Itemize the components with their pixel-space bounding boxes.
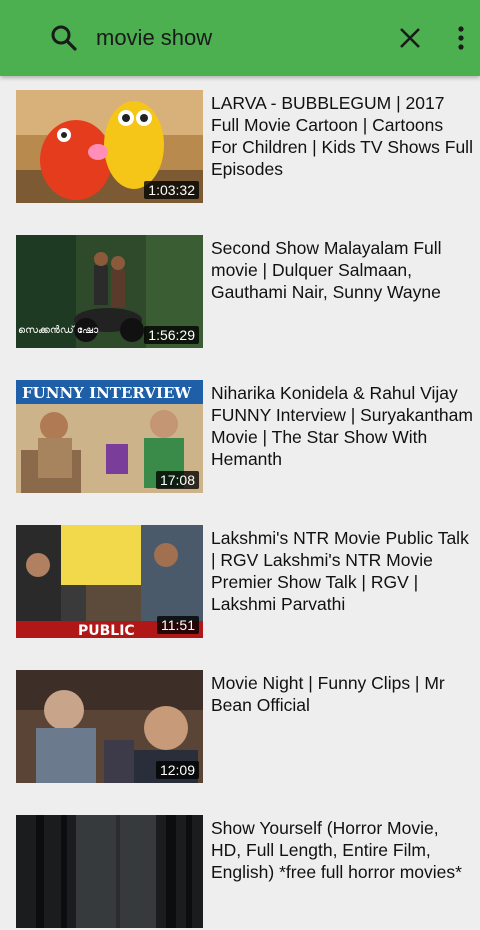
video-title[interactable]: LARVA - BUBBLEGUM | 2017 Full Movie Cart… bbox=[211, 92, 473, 180]
video-thumbnail[interactable] bbox=[16, 815, 203, 928]
video-thumbnail[interactable]: FUNNY INTERVIEW 17:08 bbox=[16, 380, 203, 493]
video-thumbnail[interactable]: PUBLIC 11:51 bbox=[16, 525, 203, 638]
video-thumbnail[interactable]: 1:03:32 bbox=[16, 90, 203, 203]
video-title[interactable]: Movie Night | Funny Clips | Mr Bean Offi… bbox=[211, 672, 473, 716]
video-title[interactable]: Niharika Konidela & Rahul Vijay FUNNY In… bbox=[211, 382, 473, 470]
list-item[interactable]: 1:03:32 LARVA - BUBBLEGUM | 2017 Full Mo… bbox=[0, 90, 480, 205]
thumbnail-caption: FUNNY INTERVIEW bbox=[22, 384, 192, 402]
close-icon[interactable] bbox=[398, 26, 422, 50]
duration-badge: 12:09 bbox=[155, 761, 199, 779]
thumbnail-caption: സെക്കൻഡ് ഷോ bbox=[18, 324, 99, 336]
duration-badge: 1:03:32 bbox=[144, 181, 199, 199]
search-toolbar: movie show bbox=[0, 0, 480, 76]
thumbnail-caption: PUBLIC bbox=[78, 623, 135, 638]
list-item[interactable]: PUBLIC 11:51 Lakshmi's NTR Movie Public … bbox=[0, 525, 480, 640]
list-item[interactable]: Show Yourself (Horror Movie, HD, Full Le… bbox=[0, 815, 480, 930]
duration-badge: 17:08 bbox=[155, 471, 199, 489]
thumbnail-image bbox=[16, 815, 203, 928]
duration-badge: 1:56:29 bbox=[144, 326, 199, 344]
search-input[interactable]: movie show bbox=[96, 22, 212, 54]
video-title[interactable]: Second Show Malayalam Full movie | Dulqu… bbox=[211, 237, 473, 303]
list-item[interactable]: 12:09 Movie Night | Funny Clips | Mr Bea… bbox=[0, 670, 480, 785]
video-title[interactable]: Lakshmi's NTR Movie Public Talk | RGV La… bbox=[211, 527, 473, 615]
video-thumbnail[interactable]: സെക്കൻഡ് ഷോ 1:56:29 bbox=[16, 235, 203, 348]
list-item[interactable]: FUNNY INTERVIEW 17:08 Niharika Konidela … bbox=[0, 380, 480, 495]
list-item[interactable]: സെക്കൻഡ് ഷോ 1:56:29 Second Show Malayala… bbox=[0, 235, 480, 350]
video-title[interactable]: Show Yourself (Horror Movie, HD, Full Le… bbox=[211, 817, 473, 883]
video-thumbnail[interactable]: 12:09 bbox=[16, 670, 203, 783]
duration-badge: 11:51 bbox=[157, 616, 199, 634]
search-icon[interactable] bbox=[50, 24, 78, 52]
more-vert-icon[interactable] bbox=[452, 24, 470, 52]
